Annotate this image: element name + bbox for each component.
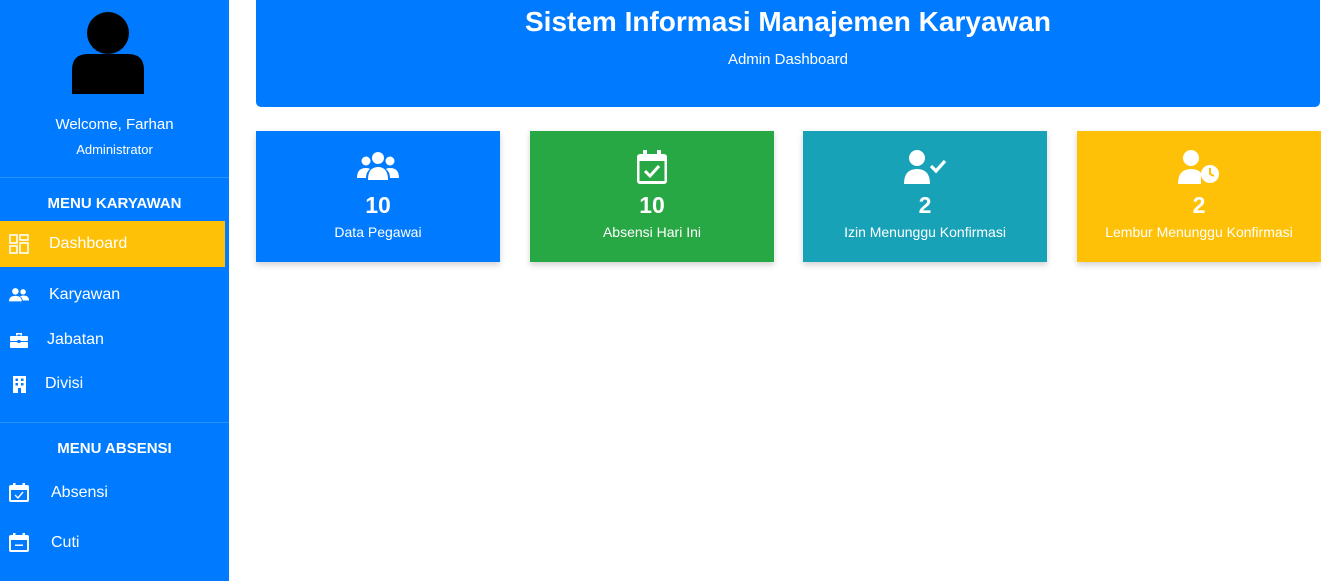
menu-section-title: MENU KARYAWAN xyxy=(47,195,182,212)
stat-label: Lembur Menunggu Konfirmasi xyxy=(1105,224,1293,240)
menu-section-title: MENU ABSENSI xyxy=(57,440,172,457)
stat-card-absensi-hari-ini[interactable]: 10 Absensi Hari Ini xyxy=(530,131,774,262)
sidebar-item-karyawan[interactable]: Karyawan xyxy=(0,272,225,318)
stat-label: Absensi Hari Ini xyxy=(602,224,702,240)
sidebar-item-label: Cuti xyxy=(51,534,80,551)
page-title: Sistem Informasi Manajemen Karyawan xyxy=(525,6,1051,37)
sidebar-item-label: Karyawan xyxy=(49,286,121,303)
dashboard-icon xyxy=(9,234,29,254)
sidebar-item-label: Dashboard xyxy=(49,235,128,252)
sidebar-item-dashboard[interactable]: Dashboard xyxy=(0,221,225,267)
sidebar: Welcome, Farhan Administrator MENU KARYA… xyxy=(0,0,229,581)
page-header: Sistem Informasi Manajemen Karyawan Admi… xyxy=(256,0,1320,107)
users-icon xyxy=(9,285,29,305)
page-subtitle: Admin Dashboard xyxy=(727,51,849,68)
calendar-check-icon xyxy=(530,149,774,185)
user-clock-icon xyxy=(1077,149,1321,185)
sidebar-item-absensi[interactable]: Absensi xyxy=(0,470,225,516)
users-icon xyxy=(256,149,500,185)
sidebar-item-jabatan[interactable]: Jabatan xyxy=(0,317,225,363)
stat-card-lembur[interactable]: 2 Lembur Menunggu Konfirmasi xyxy=(1077,131,1321,262)
building-icon xyxy=(9,374,29,394)
stat-value: 10 xyxy=(365,192,391,218)
stat-label: Izin Menunggu Konfirmasi xyxy=(844,224,1006,240)
calendar-minus-icon xyxy=(9,533,29,553)
user-check-icon xyxy=(803,149,1047,185)
sidebar-item-label: Jabatan xyxy=(47,331,104,348)
sidebar-item-label: Divisi xyxy=(45,375,84,392)
sidebar-item-label: Absensi xyxy=(51,484,108,501)
stat-label: Data Pegawai xyxy=(334,224,422,240)
stat-value: 2 xyxy=(1192,192,1206,218)
stat-card-data-pegawai[interactable]: 10 Data Pegawai xyxy=(256,131,500,262)
briefcase-icon xyxy=(9,330,29,350)
profile-section: Welcome, Farhan Administrator xyxy=(0,0,229,178)
stat-value: 10 xyxy=(639,192,665,218)
calendar-check-icon xyxy=(9,483,29,503)
stat-value: 2 xyxy=(918,192,932,218)
stat-card-izin[interactable]: 2 Izin Menunggu Konfirmasi xyxy=(803,131,1047,262)
sidebar-item-divisi[interactable]: Divisi xyxy=(0,361,225,407)
user-role: Administrator xyxy=(76,142,153,157)
user-avatar-icon xyxy=(72,12,144,94)
sidebar-divider xyxy=(0,422,229,423)
sidebar-item-cuti[interactable]: Cuti xyxy=(0,520,225,566)
welcome-text: Welcome, Farhan xyxy=(55,116,174,133)
